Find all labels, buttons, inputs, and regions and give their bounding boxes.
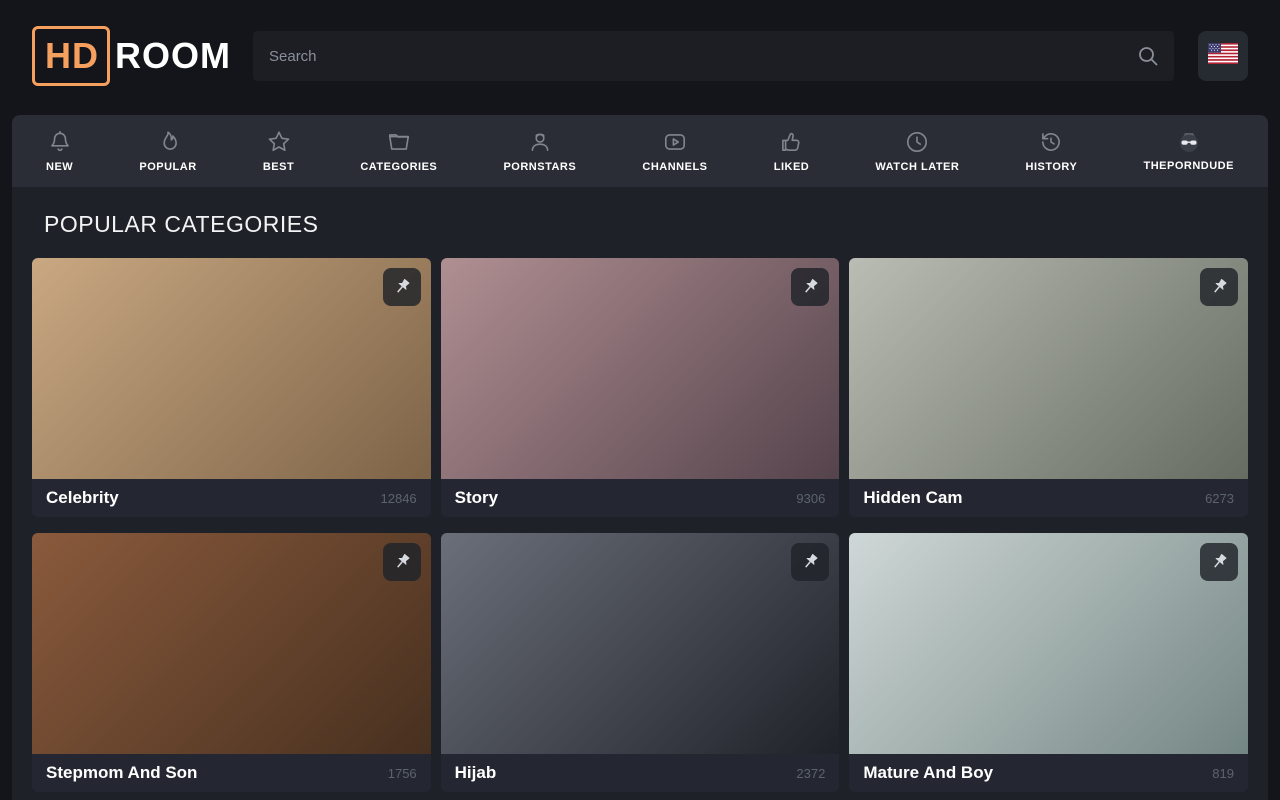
category-card-stepmom-and-son[interactable]: Stepmom And Son 1756 <box>32 533 431 792</box>
nav-item-categories[interactable]: CATEGORIES <box>346 115 451 187</box>
category-count: 819 <box>1212 766 1234 781</box>
play-icon <box>662 129 688 155</box>
nav-item-channels[interactable]: CHANNELS <box>628 115 721 187</box>
pin-button[interactable] <box>1200 268 1238 306</box>
nav-item-pornstars[interactable]: PORNSTARS <box>489 115 590 187</box>
nav-item-liked[interactable]: LIKED <box>760 115 824 187</box>
clock-icon <box>904 129 930 155</box>
pin-button[interactable] <box>383 543 421 581</box>
logo-bracket: HD <box>32 26 110 86</box>
category-card-hidden-cam[interactable]: Hidden Cam 6273 <box>849 258 1248 517</box>
nav-label: PORNSTARS <box>503 161 576 173</box>
nav-item-new[interactable]: NEW <box>32 115 87 187</box>
history-icon <box>1038 129 1064 155</box>
category-title: Story <box>455 488 498 508</box>
search-bar <box>253 31 1174 81</box>
card-footer: Hijab 2372 <box>441 754 840 792</box>
pin-button[interactable] <box>383 268 421 306</box>
nav-item-best[interactable]: BEST <box>249 115 308 187</box>
category-title: Hijab <box>455 763 497 783</box>
nav-label: THEPORNDUDE <box>1144 160 1234 172</box>
sunglasses-face-icon <box>1177 130 1201 154</box>
category-count: 6273 <box>1205 491 1234 506</box>
category-count: 12846 <box>381 491 417 506</box>
search-input[interactable] <box>253 31 1174 81</box>
video-thumbnail-placeholder[interactable] <box>441 258 840 479</box>
category-title: Celebrity <box>46 488 119 508</box>
person-icon <box>527 129 553 155</box>
pin-button[interactable] <box>1200 543 1238 581</box>
nav-item-theporndude[interactable]: THEPORNDUDE <box>1130 115 1248 187</box>
search-icon[interactable] <box>1136 44 1160 68</box>
nav-label: CATEGORIES <box>360 161 437 173</box>
nav-label: POPULAR <box>139 161 196 173</box>
page-title: POPULAR CATEGORIES <box>44 211 1248 238</box>
logo-room-text: ROOM <box>115 35 231 77</box>
pin-button[interactable] <box>791 268 829 306</box>
category-title: Mature And Boy <box>863 763 993 783</box>
video-thumbnail-placeholder[interactable] <box>849 258 1248 479</box>
video-thumbnail-placeholder[interactable] <box>32 258 431 479</box>
star-icon <box>266 129 292 155</box>
main-navigation: NEW POPULAR BEST <box>12 115 1268 187</box>
nav-label: LIKED <box>774 161 810 173</box>
category-card-celebrity[interactable]: Celebrity 12846 <box>32 258 431 517</box>
bell-icon <box>47 129 73 155</box>
nav-item-popular[interactable]: POPULAR <box>125 115 210 187</box>
card-footer: Mature And Boy 819 <box>849 754 1248 792</box>
category-count: 2372 <box>796 766 825 781</box>
pin-button[interactable] <box>791 543 829 581</box>
card-footer: Hidden Cam 6273 <box>849 479 1248 517</box>
nav-label: HISTORY <box>1026 161 1078 173</box>
category-grid: Celebrity 12846 Story 9306 <box>32 258 1248 792</box>
flame-icon <box>155 129 181 155</box>
video-thumbnail-placeholder[interactable] <box>441 533 840 754</box>
site-logo[interactable]: HD ROOM <box>32 26 231 86</box>
us-flag-icon <box>1208 43 1238 69</box>
site-header: HD ROOM <box>0 0 1280 112</box>
category-title: Stepmom And Son <box>46 763 197 783</box>
nav-item-watch-later[interactable]: WATCH LATER <box>861 115 973 187</box>
video-thumbnail-placeholder[interactable] <box>32 533 431 754</box>
category-card-mature-and-boy[interactable]: Mature And Boy 819 <box>849 533 1248 792</box>
logo-hd-text: HD <box>45 35 99 76</box>
category-title: Hidden Cam <box>863 488 962 508</box>
nav-item-history[interactable]: HISTORY <box>1012 115 1092 187</box>
nav-label: NEW <box>46 161 73 173</box>
folder-icon <box>386 129 412 155</box>
nav-label: WATCH LATER <box>875 161 959 173</box>
content-area: POPULAR CATEGORIES Celebrity 12846 <box>12 187 1268 800</box>
category-count: 9306 <box>796 491 825 506</box>
card-footer: Celebrity 12846 <box>32 479 431 517</box>
language-switcher-button[interactable] <box>1198 31 1248 81</box>
nav-label: BEST <box>263 161 294 173</box>
card-footer: Stepmom And Son 1756 <box>32 754 431 792</box>
main-panel: NEW POPULAR BEST <box>12 115 1268 800</box>
nav-label: CHANNELS <box>642 161 707 173</box>
category-card-story[interactable]: Story 9306 <box>441 258 840 517</box>
thumbs-up-icon <box>778 129 804 155</box>
category-count: 1756 <box>388 766 417 781</box>
category-card-hijab[interactable]: Hijab 2372 <box>441 533 840 792</box>
video-thumbnail-placeholder[interactable] <box>849 533 1248 754</box>
card-footer: Story 9306 <box>441 479 840 517</box>
